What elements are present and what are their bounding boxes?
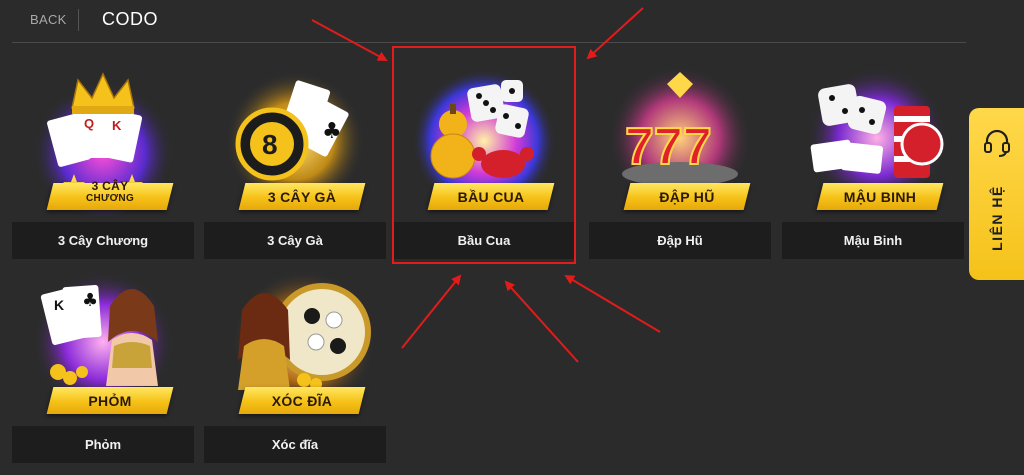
arrow-icon xyxy=(401,274,462,349)
game-banner-text: MẬU BINH xyxy=(843,188,917,205)
game-tile-3-cay-chuong[interactable]: Q K 3 CÂY CHƯƠNG 3 Cây Chương xyxy=(12,46,194,259)
game-tile-dap-hu[interactable]: 777 ĐẬP HŨ Đập Hũ xyxy=(589,46,771,259)
game-tile-phom[interactable]: K ♣ PHỎM Phỏm xyxy=(12,250,194,463)
header-divider xyxy=(78,9,79,31)
svg-text:8: 8 xyxy=(262,129,278,160)
contact-side-tab[interactable]: LIÊN HỆ xyxy=(969,108,1024,280)
svg-text:♣: ♣ xyxy=(82,290,98,311)
game-label[interactable]: Xóc đĩa xyxy=(204,426,386,463)
arrow-icon xyxy=(564,274,661,333)
svg-text:Q: Q xyxy=(84,116,94,131)
game-tile-xoc-dia[interactable]: XÓC ĐĨA Xóc đĩa xyxy=(204,250,386,463)
character-figure-icon xyxy=(238,293,290,390)
svg-text:777: 777 xyxy=(625,118,712,176)
game-tile-mau-binh[interactable]: MẬU BINH Mậu Binh xyxy=(782,46,964,259)
game-banner-text: 3 CÂY CHƯƠNG xyxy=(50,173,170,210)
svg-text:K: K xyxy=(54,297,64,313)
svg-text:♣: ♣ xyxy=(322,119,342,144)
contact-label: LIÊN HỆ xyxy=(988,185,1005,251)
game-banner-text: 3 CÂY GÀ xyxy=(267,188,337,205)
arrow-icon xyxy=(504,280,579,363)
page: BACK CODO Q K 3 CÂY CHƯƠNG 3 Cây Chương … xyxy=(0,0,1024,475)
plate-icon xyxy=(273,283,371,381)
contact-label-wrap: LIÊN HỆ xyxy=(969,168,1024,268)
game-label[interactable]: Phỏm xyxy=(12,426,194,463)
game-banner-text: XÓC ĐĨA xyxy=(271,392,333,409)
page-title: CODO xyxy=(102,9,158,29)
game-label[interactable]: Đập Hũ xyxy=(589,222,771,259)
game-banner-text: ĐẬP HŨ xyxy=(659,188,715,205)
highlight-box xyxy=(392,46,576,264)
back-button[interactable]: BACK xyxy=(30,12,67,27)
svg-text:K: K xyxy=(112,118,122,133)
top-bar: BACK CODO xyxy=(12,0,966,43)
game-tile-3-cay-ga[interactable]: ♣ 8 3 CÂY GÀ 3 Cây Gà xyxy=(204,46,386,259)
jackpot-777-icon: 777 xyxy=(624,117,713,177)
game-banner-text: PHỎM xyxy=(88,392,132,409)
game-label[interactable]: Mậu Binh xyxy=(782,222,964,259)
banner-line-1: 3 CÂY xyxy=(91,178,129,193)
chip-8-icon: 8 xyxy=(235,107,309,181)
headset-icon xyxy=(981,126,1013,158)
banner-line-2: CHƯƠNG xyxy=(85,192,135,204)
